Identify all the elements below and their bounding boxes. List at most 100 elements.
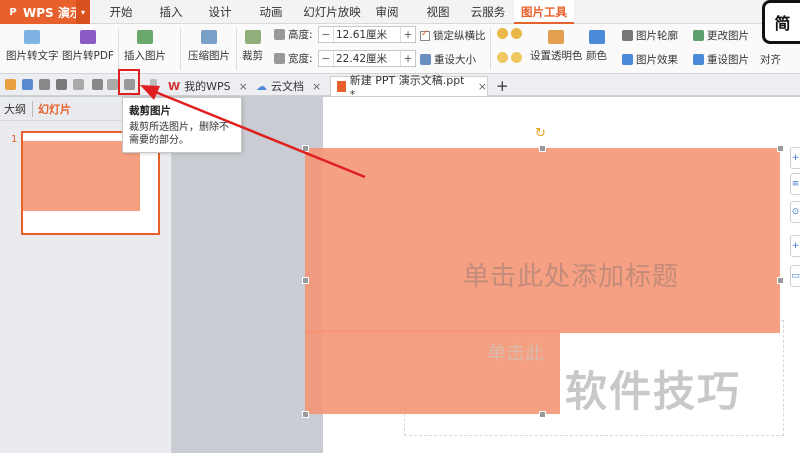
width-increase-button[interactable]: + — [401, 53, 415, 65]
cloud-icon: ☁ — [256, 79, 267, 93]
slide-number: 1 — [11, 134, 18, 145]
outline-icon — [622, 30, 633, 41]
height-icon — [274, 29, 285, 40]
side-tool-add[interactable]: + — [790, 147, 800, 169]
undo-icon[interactable] — [92, 79, 103, 90]
new-tab-button[interactable]: + — [490, 76, 510, 96]
tab-view[interactable]: 视图 — [421, 0, 455, 24]
change-picture-label: 更改图片 — [707, 30, 749, 42]
sun-icon — [497, 28, 508, 39]
checkbox-checked-icon[interactable] — [420, 29, 430, 41]
chevron-down-icon[interactable]: ▾ — [76, 0, 90, 24]
chevron-down-icon[interactable] — [150, 79, 157, 90]
side-tool-plus[interactable]: + — [790, 235, 800, 257]
redo-icon[interactable] — [107, 79, 118, 90]
pic-to-pdf-label: 图片转PDF — [62, 50, 114, 62]
resize-handle-top[interactable] — [539, 145, 546, 152]
insert-picture-label: 插入图片 — [124, 50, 166, 62]
pic-to-text-button[interactable]: 图片转文字 — [6, 30, 59, 63]
doc-tab-cloud-docs[interactable]: ☁ 云文档 × — [250, 76, 328, 96]
resize-handle-top-left[interactable] — [302, 145, 309, 152]
image-text-icon — [24, 30, 41, 44]
width-input[interactable]: 22.42厘米 — [333, 51, 401, 66]
side-tool-frame[interactable]: ▭ — [790, 265, 800, 287]
side-tool-zoom[interactable]: ⊙ — [790, 201, 800, 223]
selected-picture[interactable] — [305, 148, 780, 333]
tab-picture-tools[interactable]: 图片工具 — [514, 0, 574, 24]
tab-home[interactable]: 开始 — [104, 0, 138, 24]
resize-handle-top-right[interactable] — [777, 145, 784, 152]
doc-tab-ppt[interactable]: 新建 PPT 演示文稿.ppt * × — [330, 74, 488, 101]
height-increase-button[interactable]: + — [401, 29, 415, 41]
tab-animation[interactable]: 动画 — [254, 0, 288, 24]
tab-review[interactable]: 审阅 — [370, 0, 404, 24]
watermark: 软件技巧 — [565, 367, 742, 416]
align-label: 对齐 — [760, 54, 781, 66]
pic-to-pdf-button[interactable]: 图片转PDF — [62, 30, 114, 63]
rotate-handle-icon[interactable]: ↻ — [535, 126, 546, 141]
picture-effect-button[interactable]: 图片效果 — [622, 52, 678, 67]
sun-small-icon — [497, 52, 508, 63]
reset-size-icon — [420, 54, 431, 65]
export-icon[interactable] — [39, 79, 50, 90]
app-name: WPS 演示 — [23, 5, 82, 20]
preview-icon[interactable] — [73, 79, 84, 90]
resize-handle-right[interactable] — [777, 277, 784, 284]
tab-design[interactable]: 设计 — [203, 0, 237, 24]
height-label: 高度: — [288, 29, 313, 41]
tab-insert[interactable]: 插入 — [154, 0, 188, 24]
set-transparent-label: 设置透明色 — [530, 50, 583, 62]
save-icon[interactable] — [22, 79, 33, 90]
compress-icon — [201, 30, 217, 44]
side-tool-layers[interactable]: ≡ — [790, 173, 800, 195]
picture-icon — [137, 30, 153, 44]
tab-cloud[interactable]: 云服务 — [467, 0, 509, 24]
resize-handle-bottom[interactable] — [539, 411, 546, 418]
tooltip-title: 裁剪图片 — [129, 105, 171, 117]
doc-tab-label: 云文档 — [271, 80, 304, 93]
tab-slideshow[interactable]: 幻灯片放映 — [300, 0, 364, 24]
reset-size-button[interactable]: 重设大小 — [420, 52, 476, 67]
wps-w-icon: W — [168, 79, 181, 93]
menu-bar: P WPS 演示 ▾ 开始 插入 设计 动画 幻灯片放映 审阅 视图 云服务 图… — [0, 0, 800, 24]
transparent-color-icon — [548, 30, 565, 44]
contrast-button[interactable] — [497, 52, 525, 63]
close-icon[interactable]: × — [239, 80, 248, 93]
tab-slides[interactable]: 幻灯片 — [32, 100, 71, 117]
close-icon[interactable]: × — [312, 80, 321, 93]
crop-dropdown-button[interactable]: 裁剪 — [242, 30, 263, 63]
width-stepper[interactable]: − 22.42厘米 + — [318, 50, 416, 67]
doc-tab-my-wps[interactable]: W 我的WPS × — [162, 76, 248, 96]
set-transparent-button[interactable]: 设置透明色 — [530, 30, 583, 63]
close-icon[interactable]: × — [478, 80, 487, 93]
app-menu-button[interactable]: P WPS 演示 ▾ — [0, 0, 90, 24]
divider — [118, 28, 119, 70]
height-stepper[interactable]: − 12.61厘米 + — [318, 26, 416, 43]
wps-logo-icon: P — [9, 6, 17, 18]
resize-handle-left[interactable] — [302, 277, 309, 284]
height-input[interactable]: 12.61厘米 — [333, 27, 401, 42]
doc-tab-label: 我的WPS — [184, 80, 231, 93]
height-decrease-button[interactable]: − — [319, 29, 333, 41]
brightness-button[interactable] — [497, 28, 525, 39]
title-placeholder-text[interactable]: 单击此处添加标题 — [463, 256, 679, 293]
tab-outline[interactable]: 大纲 — [4, 101, 26, 117]
resize-handle-bottom-left[interactable] — [302, 411, 309, 418]
picture-outline-button[interactable]: 图片轮廓 — [622, 28, 678, 43]
crop-highlight-box — [118, 69, 140, 95]
reset-picture-button[interactable]: 重设图片 — [693, 52, 749, 67]
change-picture-icon — [693, 30, 704, 41]
compress-picture-button[interactable]: 压缩图片 — [188, 30, 230, 63]
color-dropdown-button[interactable]: 颜色 — [586, 30, 607, 63]
height-label-group: 高度: — [274, 27, 313, 42]
open-icon[interactable] — [5, 79, 16, 90]
lock-ratio-checkbox[interactable]: 锁定纵横比 — [420, 28, 486, 43]
width-label-group: 宽度: — [274, 51, 313, 66]
insert-picture-button[interactable]: 插入图片 — [124, 30, 166, 63]
align-dropdown-button[interactable]: 对齐 — [760, 52, 781, 67]
subtitle-placeholder-text[interactable]: 单击此 — [487, 338, 544, 365]
divider — [180, 28, 181, 70]
change-picture-button[interactable]: 更改图片 — [693, 28, 749, 43]
print-icon[interactable] — [56, 79, 67, 90]
width-decrease-button[interactable]: − — [319, 53, 333, 65]
